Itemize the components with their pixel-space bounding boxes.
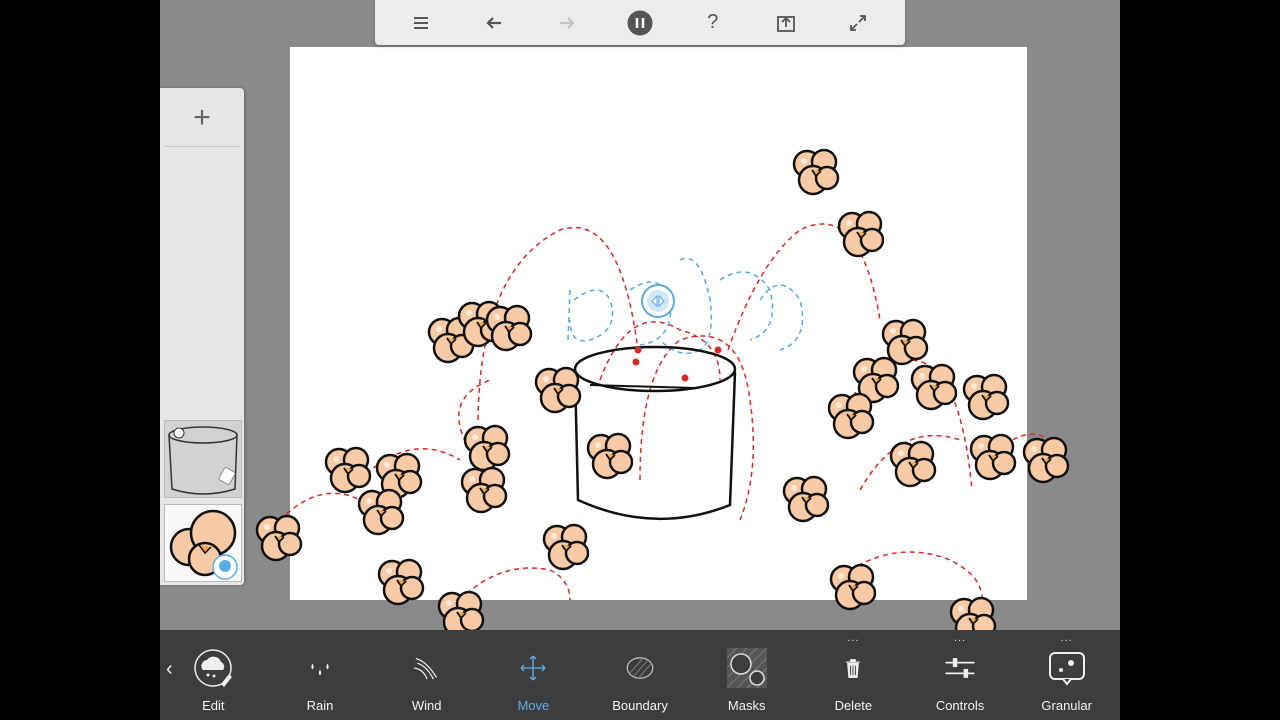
fullscreen-button[interactable] bbox=[838, 3, 878, 43]
fullscreen-icon bbox=[850, 14, 867, 31]
more-options-indicator: ... bbox=[1060, 632, 1073, 644]
bucket-thumbnail-icon bbox=[168, 426, 238, 495]
layers-panel: + bbox=[160, 88, 244, 585]
move-arrows-icon bbox=[520, 655, 546, 681]
tool-controls[interactable]: ... Controls bbox=[907, 630, 1014, 720]
bottom-tool-bar: ‹ Edit Rain Wind Move Boundary Masks ...… bbox=[160, 630, 1120, 720]
help-button[interactable]: ? bbox=[693, 3, 733, 43]
more-options-indicator: ... bbox=[953, 632, 967, 644]
redo-icon bbox=[560, 16, 575, 29]
trash-icon bbox=[846, 659, 861, 679]
masks-icon bbox=[726, 647, 767, 689]
share-icon bbox=[776, 15, 795, 32]
tool-label-move: Move bbox=[517, 698, 550, 713]
tool-label-masks: Masks bbox=[727, 698, 766, 713]
tool-edit[interactable]: ‹ Edit bbox=[160, 630, 267, 720]
edit-rain-icon bbox=[194, 649, 233, 687]
tool-label-controls: Controls bbox=[935, 698, 985, 713]
back-chevron-icon[interactable]: ‹ bbox=[166, 658, 173, 681]
undo-button[interactable] bbox=[474, 3, 514, 43]
top-toolbar: ? bbox=[375, 0, 905, 45]
redo-button[interactable] bbox=[547, 3, 587, 43]
tool-label-delete: Delete bbox=[834, 698, 873, 713]
undo-icon bbox=[486, 16, 502, 29]
rain-drops-icon bbox=[311, 663, 329, 676]
sliders-icon bbox=[945, 658, 975, 678]
tool-rain[interactable]: Rain bbox=[267, 630, 374, 720]
menu-icon bbox=[414, 16, 429, 29]
tool-move[interactable]: Move bbox=[480, 630, 587, 720]
tool-label-edit: Edit bbox=[202, 698, 225, 713]
share-button[interactable] bbox=[766, 3, 806, 43]
more-options-indicator: ... bbox=[847, 632, 860, 644]
popcorn-thumbnail-icon bbox=[169, 509, 238, 580]
tool-boundary[interactable]: Boundary bbox=[587, 630, 694, 720]
layer-thumbnail-bucket[interactable] bbox=[164, 420, 242, 498]
pause-button[interactable] bbox=[620, 3, 660, 43]
layer-thumbnail-popcorn[interactable] bbox=[164, 504, 242, 582]
tool-wind[interactable]: Wind bbox=[373, 630, 480, 720]
wind-icon bbox=[413, 657, 437, 680]
granular-icon bbox=[1048, 652, 1085, 686]
pause-icon bbox=[627, 10, 653, 35]
app-window: + ? ‹ Edit Rain Wind Move Boundary Masks… bbox=[160, 0, 1120, 720]
menu-button[interactable] bbox=[401, 3, 441, 43]
layers-divider bbox=[164, 146, 240, 147]
boundary-icon bbox=[626, 657, 654, 679]
tool-label-boundary: Boundary bbox=[612, 698, 668, 713]
plus-icon: + bbox=[193, 101, 211, 134]
tool-label-wind: Wind bbox=[411, 698, 442, 713]
help-icon: ? bbox=[707, 11, 719, 33]
tool-delete[interactable]: ... Delete bbox=[800, 630, 907, 720]
tool-granular[interactable]: ... Granular bbox=[1013, 630, 1120, 720]
add-layer-button[interactable]: + bbox=[180, 98, 224, 138]
drawing-canvas[interactable] bbox=[290, 47, 1027, 600]
tool-label-rain: Rain bbox=[306, 698, 334, 713]
tool-label-granular: Granular bbox=[1041, 698, 1092, 713]
tool-masks[interactable]: Masks bbox=[693, 630, 800, 720]
